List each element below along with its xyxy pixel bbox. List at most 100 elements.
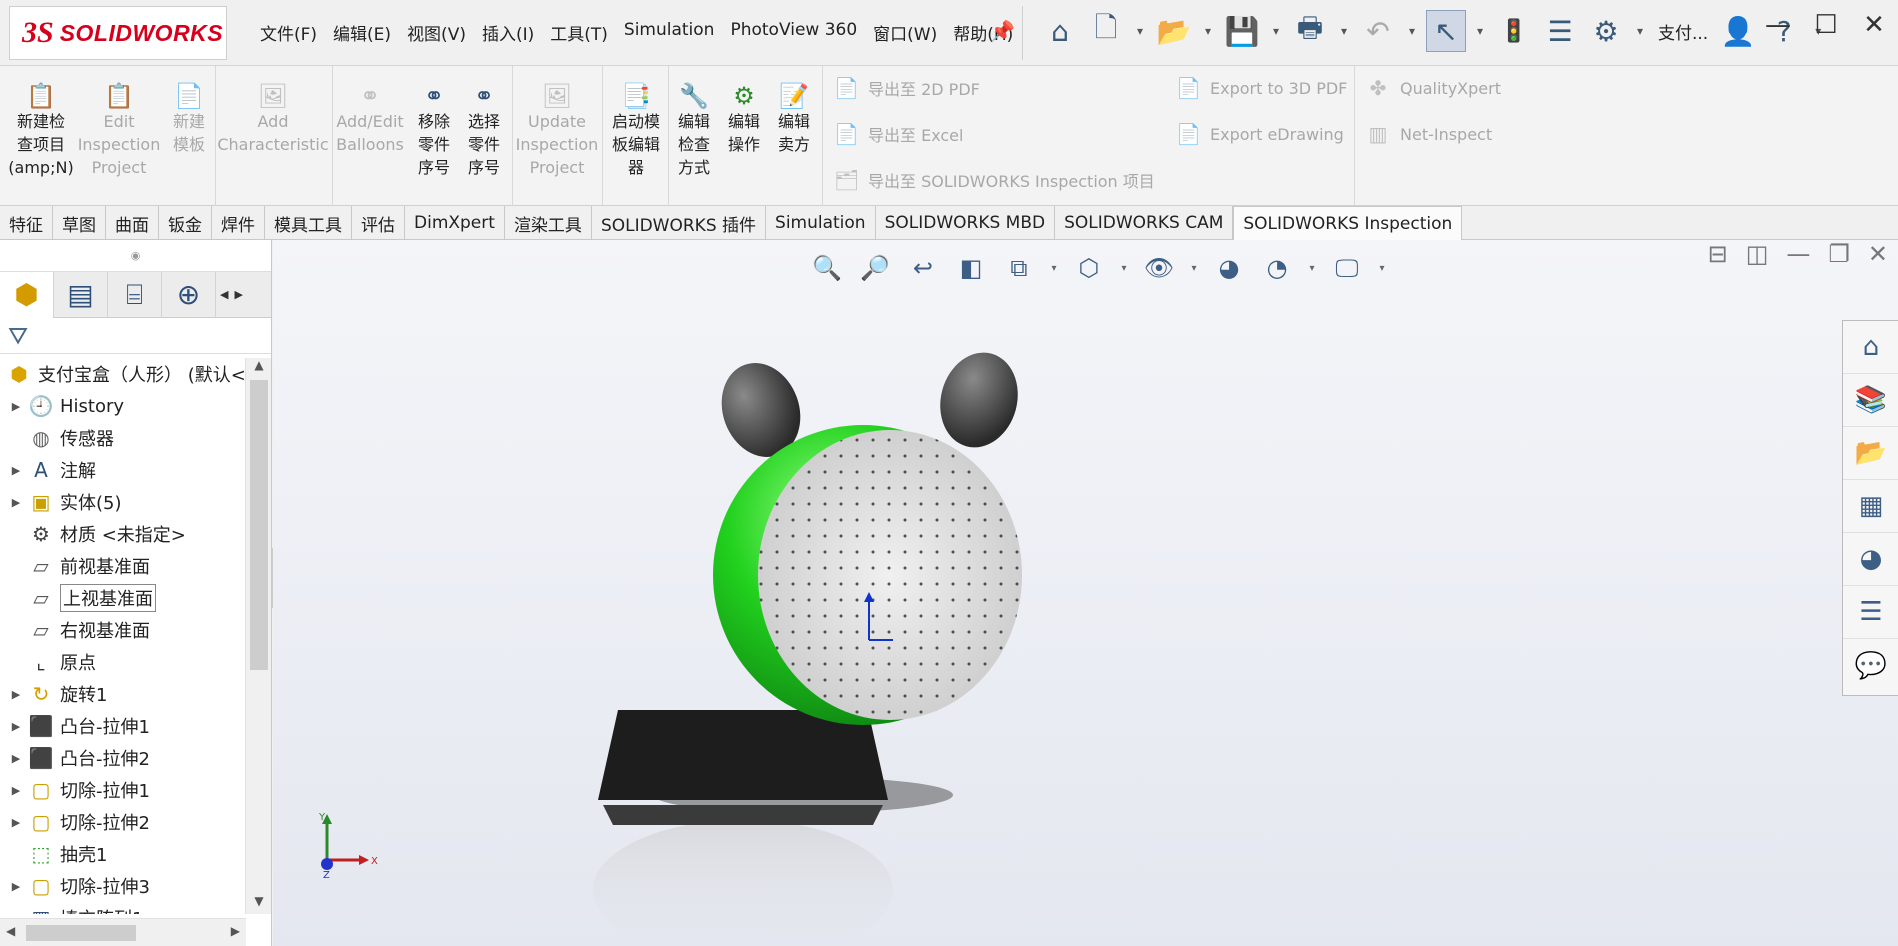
- close-icon[interactable]: ✕: [1850, 10, 1898, 40]
- appearances-icon[interactable]: ◕: [1843, 533, 1898, 586]
- view-palette-icon[interactable]: ▦: [1843, 480, 1898, 533]
- panel-grip[interactable]: ◉: [0, 240, 271, 272]
- menu-view[interactable]: 视图(V): [399, 20, 474, 45]
- tab-evaluate[interactable]: 评估: [352, 206, 405, 240]
- add-edit-balloons-button[interactable]: ⚭ Add/Edit Balloons: [334, 66, 406, 196]
- tree-item[interactable]: ▶ ▢ 切除-拉伸1: [0, 774, 246, 806]
- design-library-icon[interactable]: 📚: [1843, 374, 1898, 427]
- add-characteristic-button[interactable]: 🖼 Add Characteristic: [217, 66, 328, 196]
- axis-triad[interactable]: Y X Z: [313, 810, 383, 880]
- configuration-manager-tab-icon[interactable]: ⌸: [108, 271, 162, 318]
- user-avatar-icon[interactable]: 👤: [1718, 10, 1758, 52]
- chevron-down-icon[interactable]: ▾: [1132, 10, 1148, 52]
- tab-surfaces[interactable]: 曲面: [106, 206, 159, 240]
- graphics-area[interactable]: ⊟ ◫ — ❐ ✕ 🔍 🔎 ↩ ◧ ⧉ ▾ ⬡ ▾ 👁 ▾ ◕ ◔ ▾ 🖵 ▾: [273, 240, 1898, 946]
- scroll-left-icon[interactable]: ◀: [220, 288, 228, 301]
- model-render[interactable]: [273, 240, 1898, 946]
- tree-item[interactable]: ▶ ▣ 实体(5): [0, 486, 246, 518]
- export-inspection-project-button[interactable]: 🗂 导出至 SOLIDWORKS Inspection 项目: [834, 168, 1155, 192]
- tab-inspection[interactable]: SOLIDWORKS Inspection: [1233, 206, 1463, 240]
- filter-icon[interactable]: ⛛: [0, 318, 271, 354]
- tree-vertical-scrollbar[interactable]: ▲ ▼: [245, 358, 271, 914]
- new-template-button[interactable]: 📄 新建 模板: [164, 66, 214, 196]
- tree-item[interactable]: ▶ ⬛ 凸台-拉伸1: [0, 710, 246, 742]
- traffic-light-icon[interactable]: 🚦: [1494, 10, 1534, 52]
- file-properties-icon[interactable]: ☰: [1540, 10, 1580, 52]
- new-document-icon[interactable]: 🗋: [1086, 10, 1126, 52]
- tab-mold-tools[interactable]: 模具工具: [265, 206, 352, 240]
- tree-item[interactable]: ▶ A 注解: [0, 454, 246, 486]
- home-icon[interactable]: ⌂: [1040, 10, 1080, 52]
- qualityxpert-button[interactable]: ✤ QualityXpert: [1366, 76, 1501, 100]
- edit-vendor-button[interactable]: 📝 编辑 卖方: [772, 66, 816, 196]
- expand-arrow-icon[interactable]: ▶: [6, 752, 26, 765]
- tab-cam[interactable]: SOLIDWORKS CAM: [1055, 206, 1234, 240]
- tree-item[interactable]: ▶ 🕘 History: [0, 390, 246, 422]
- tab-dimxpert[interactable]: DimXpert: [405, 206, 505, 240]
- menu-insert[interactable]: 插入(I): [474, 20, 542, 45]
- menu-simulation[interactable]: Simulation: [616, 20, 723, 45]
- menu-tools[interactable]: 工具(T): [542, 20, 616, 45]
- solidworks-resources-icon[interactable]: ⌂: [1843, 321, 1898, 374]
- scroll-thumb[interactable]: [250, 380, 268, 670]
- select-cursor-icon[interactable]: ↖: [1426, 10, 1466, 52]
- export-excel-button[interactable]: 📄 导出至 Excel: [834, 122, 963, 146]
- tree-item[interactable]: ▱ 上视基准面: [0, 582, 246, 614]
- user-label[interactable]: 支付...: [1654, 19, 1712, 44]
- tree-item[interactable]: ▶ ↻ 旋转1: [0, 678, 246, 710]
- export-2d-pdf-button[interactable]: 📄 导出至 2D PDF: [834, 76, 980, 100]
- tab-features[interactable]: 特征: [0, 206, 53, 240]
- expand-arrow-icon[interactable]: ▶: [6, 464, 26, 477]
- chevron-down-icon[interactable]: ▾: [1200, 10, 1216, 52]
- menu-file[interactable]: 文件(F): [252, 20, 325, 45]
- expand-arrow-icon[interactable]: ▶: [6, 400, 26, 413]
- net-inspect-button[interactable]: ▥ Net-Inspect: [1366, 122, 1493, 146]
- tab-sheet-metal[interactable]: 钣金: [159, 206, 212, 240]
- tree-item[interactable]: ▦ 填充阵列1: [0, 902, 246, 914]
- tree-horizontal-scrollbar[interactable]: ◀ ▶: [0, 918, 246, 946]
- tab-simulation[interactable]: Simulation: [766, 206, 876, 240]
- tab-sketch[interactable]: 草图: [53, 206, 106, 240]
- tab-weldments[interactable]: 焊件: [212, 206, 265, 240]
- tree-root[interactable]: ⬢ 支付宝盒（人形） (默认<: [0, 358, 246, 390]
- save-icon[interactable]: 💾: [1222, 10, 1262, 52]
- tree-item[interactable]: ⌞ 原点: [0, 646, 246, 678]
- chevron-down-icon[interactable]: ▾: [1632, 10, 1648, 52]
- scroll-down-icon[interactable]: ▼: [246, 894, 272, 914]
- tree-item[interactable]: ▶ ⬛ 凸台-拉伸2: [0, 742, 246, 774]
- tree-item[interactable]: ▱ 右视基准面: [0, 614, 246, 646]
- file-explorer-icon[interactable]: 📂: [1843, 427, 1898, 480]
- dimxpert-manager-tab-icon[interactable]: ⊕: [162, 271, 216, 318]
- scroll-thumb[interactable]: [26, 925, 136, 941]
- remove-balloon-button[interactable]: ⚭ 移除 零件 序号: [412, 66, 456, 196]
- export-edrawing-button[interactable]: 📄 Export eDrawing: [1176, 122, 1344, 146]
- tab-mbd[interactable]: SOLIDWORKS MBD: [876, 206, 1056, 240]
- maximize-icon[interactable]: ☐: [1802, 10, 1850, 40]
- forum-icon[interactable]: 💬: [1843, 639, 1898, 692]
- gear-icon[interactable]: ⚙: [1586, 10, 1626, 52]
- chevron-down-icon[interactable]: ▾: [1404, 10, 1420, 52]
- menu-photoview[interactable]: PhotoView 360: [722, 20, 865, 45]
- menu-window[interactable]: 窗口(W): [865, 20, 945, 45]
- tab-addins[interactable]: SOLIDWORKS 插件: [592, 206, 767, 240]
- edit-operation-button[interactable]: ⚙ 编辑 操作: [722, 66, 766, 196]
- expand-arrow-icon[interactable]: ▶: [6, 816, 26, 829]
- edit-inspection-project-button[interactable]: 📋 Edit Inspection Project: [78, 66, 161, 196]
- minimize-icon[interactable]: —: [1754, 10, 1802, 40]
- tree-item[interactable]: ⚙ 材质 <未指定>: [0, 518, 246, 550]
- tree-item[interactable]: ◍ 传感器: [0, 422, 246, 454]
- tree-item[interactable]: ▱ 前视基准面: [0, 550, 246, 582]
- export-3d-pdf-button[interactable]: 📄 Export to 3D PDF: [1176, 76, 1347, 100]
- chevron-down-icon[interactable]: ▾: [1268, 10, 1284, 52]
- edit-inspection-method-button[interactable]: 🔧 编辑 检查 方式: [672, 66, 716, 196]
- select-balloon-button[interactable]: ⚭ 选择 零件 序号: [462, 66, 506, 196]
- update-inspection-project-button[interactable]: 🖼 Update Inspection Project: [514, 66, 600, 196]
- scroll-right-icon[interactable]: ▶: [234, 288, 242, 301]
- expand-arrow-icon[interactable]: ▶: [6, 880, 26, 893]
- expand-arrow-icon[interactable]: ▶: [6, 688, 26, 701]
- scroll-left-icon[interactable]: ◀: [6, 924, 15, 938]
- open-icon[interactable]: 📂: [1154, 10, 1194, 52]
- menu-edit[interactable]: 编辑(E): [325, 20, 399, 45]
- undo-icon[interactable]: ↶: [1358, 10, 1398, 52]
- tree-item[interactable]: ⬚ 抽壳1: [0, 838, 246, 870]
